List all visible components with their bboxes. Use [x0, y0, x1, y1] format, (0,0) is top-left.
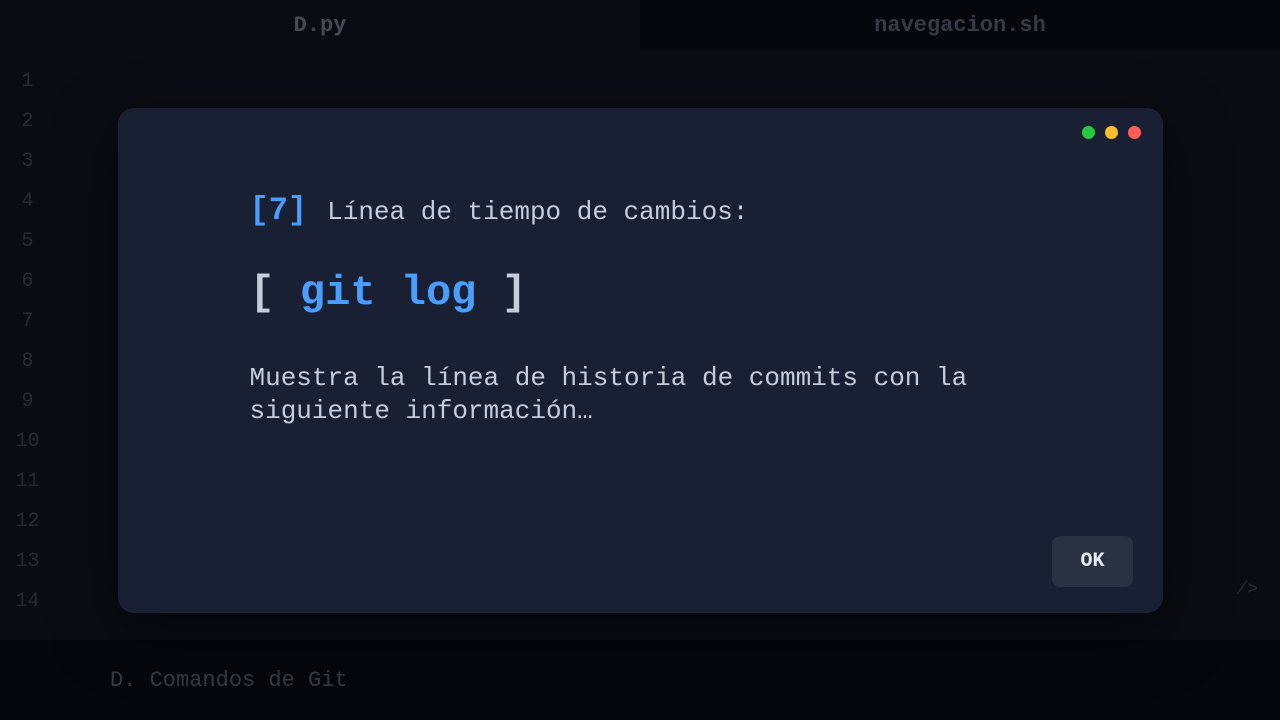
step-heading: [7] Línea de tiempo de cambios:: [250, 192, 1031, 229]
step-number: [7]: [250, 192, 308, 229]
command-description: Muestra la línea de historia de commits …: [250, 362, 1031, 430]
window-controls: [1082, 126, 1141, 139]
bracket-open: [: [250, 269, 300, 317]
close-icon[interactable]: [1128, 126, 1141, 139]
modal-overlay: [7] Línea de tiempo de cambios: [ git lo…: [0, 0, 1280, 720]
command-dialog: [7] Línea de tiempo de cambios: [ git lo…: [118, 108, 1163, 613]
dialog-content: [7] Línea de tiempo de cambios: [ git lo…: [150, 132, 1131, 430]
ok-button[interactable]: OK: [1052, 536, 1132, 587]
bracket-close: ]: [476, 269, 526, 317]
command-display: [ git log ]: [250, 269, 1031, 317]
command-text: git log: [300, 269, 476, 317]
step-title: Línea de tiempo de cambios:: [327, 197, 748, 227]
maximize-icon[interactable]: [1105, 126, 1118, 139]
minimize-icon[interactable]: [1082, 126, 1095, 139]
